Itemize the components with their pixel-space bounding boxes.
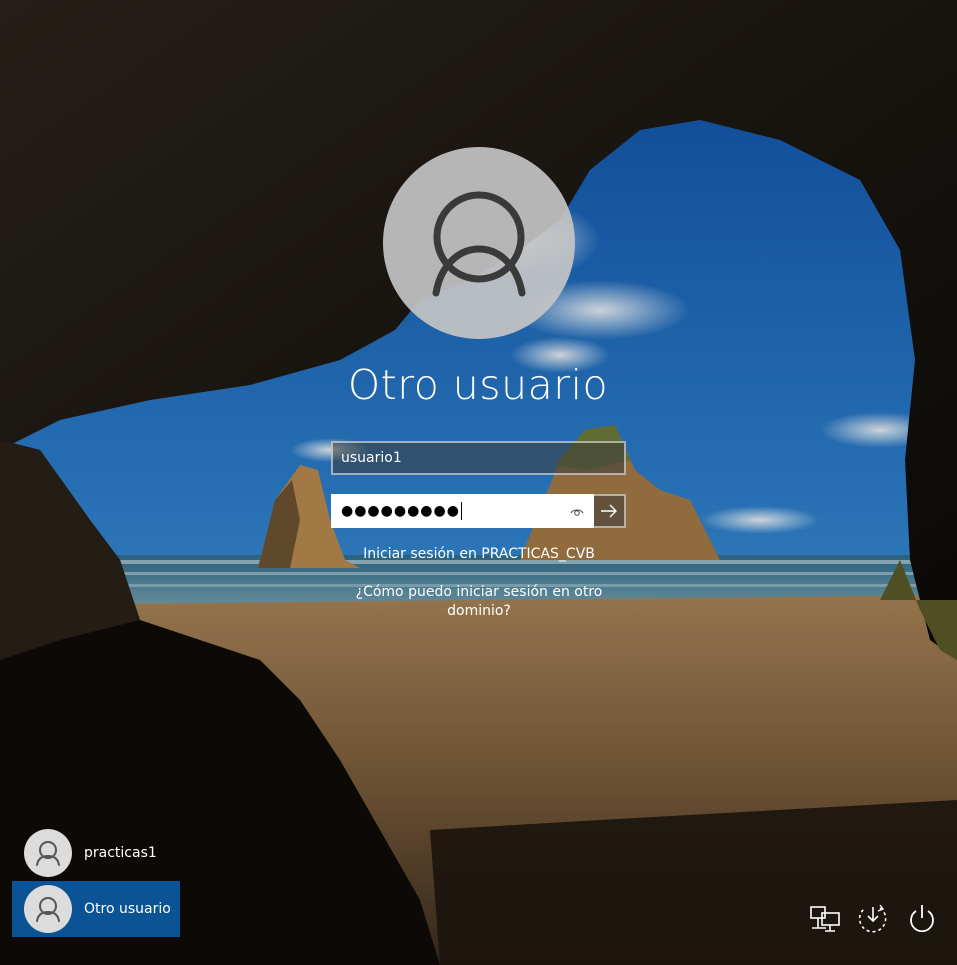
user-item-practicas1[interactable]: practicas1 xyxy=(12,825,180,881)
username-value: usuario1 xyxy=(341,450,402,466)
signin-domain-label: Iniciar sesión en PRACTICAS_CVB xyxy=(363,546,595,562)
user-name: practicas1 xyxy=(84,845,157,861)
username-input[interactable]: usuario1 xyxy=(331,441,626,475)
network-icon[interactable] xyxy=(808,902,842,936)
ease-of-access-icon[interactable] xyxy=(856,902,890,936)
lock-screen: Otro usuario usuario1 ●●●●●●●●● Iniciar … xyxy=(0,0,957,965)
eye-icon[interactable] xyxy=(570,505,584,519)
user-silhouette-icon xyxy=(36,841,60,866)
password-row: ●●●●●●●●● xyxy=(331,494,626,528)
power-icon[interactable] xyxy=(905,902,939,936)
submit-button[interactable] xyxy=(594,494,626,528)
text-caret xyxy=(460,502,462,520)
user-avatar-large xyxy=(383,147,575,339)
user-silhouette-icon xyxy=(432,191,526,297)
user-name: Otro usuario xyxy=(84,901,171,917)
user-item-otro-usuario[interactable]: Otro usuario xyxy=(12,881,180,937)
user-avatar-small xyxy=(24,829,72,877)
other-domain-help-link[interactable]: ¿Cómo puedo iniciar sesión en otro domin… xyxy=(340,583,618,621)
arrow-right-icon xyxy=(601,504,617,518)
password-mask: ●●●●●●●●● xyxy=(341,503,460,519)
account-title: Otro usuario xyxy=(347,361,609,409)
background-image xyxy=(0,0,957,965)
password-input[interactable]: ●●●●●●●●● xyxy=(331,494,594,528)
user-avatar-small xyxy=(24,885,72,933)
user-silhouette-icon xyxy=(36,897,60,922)
